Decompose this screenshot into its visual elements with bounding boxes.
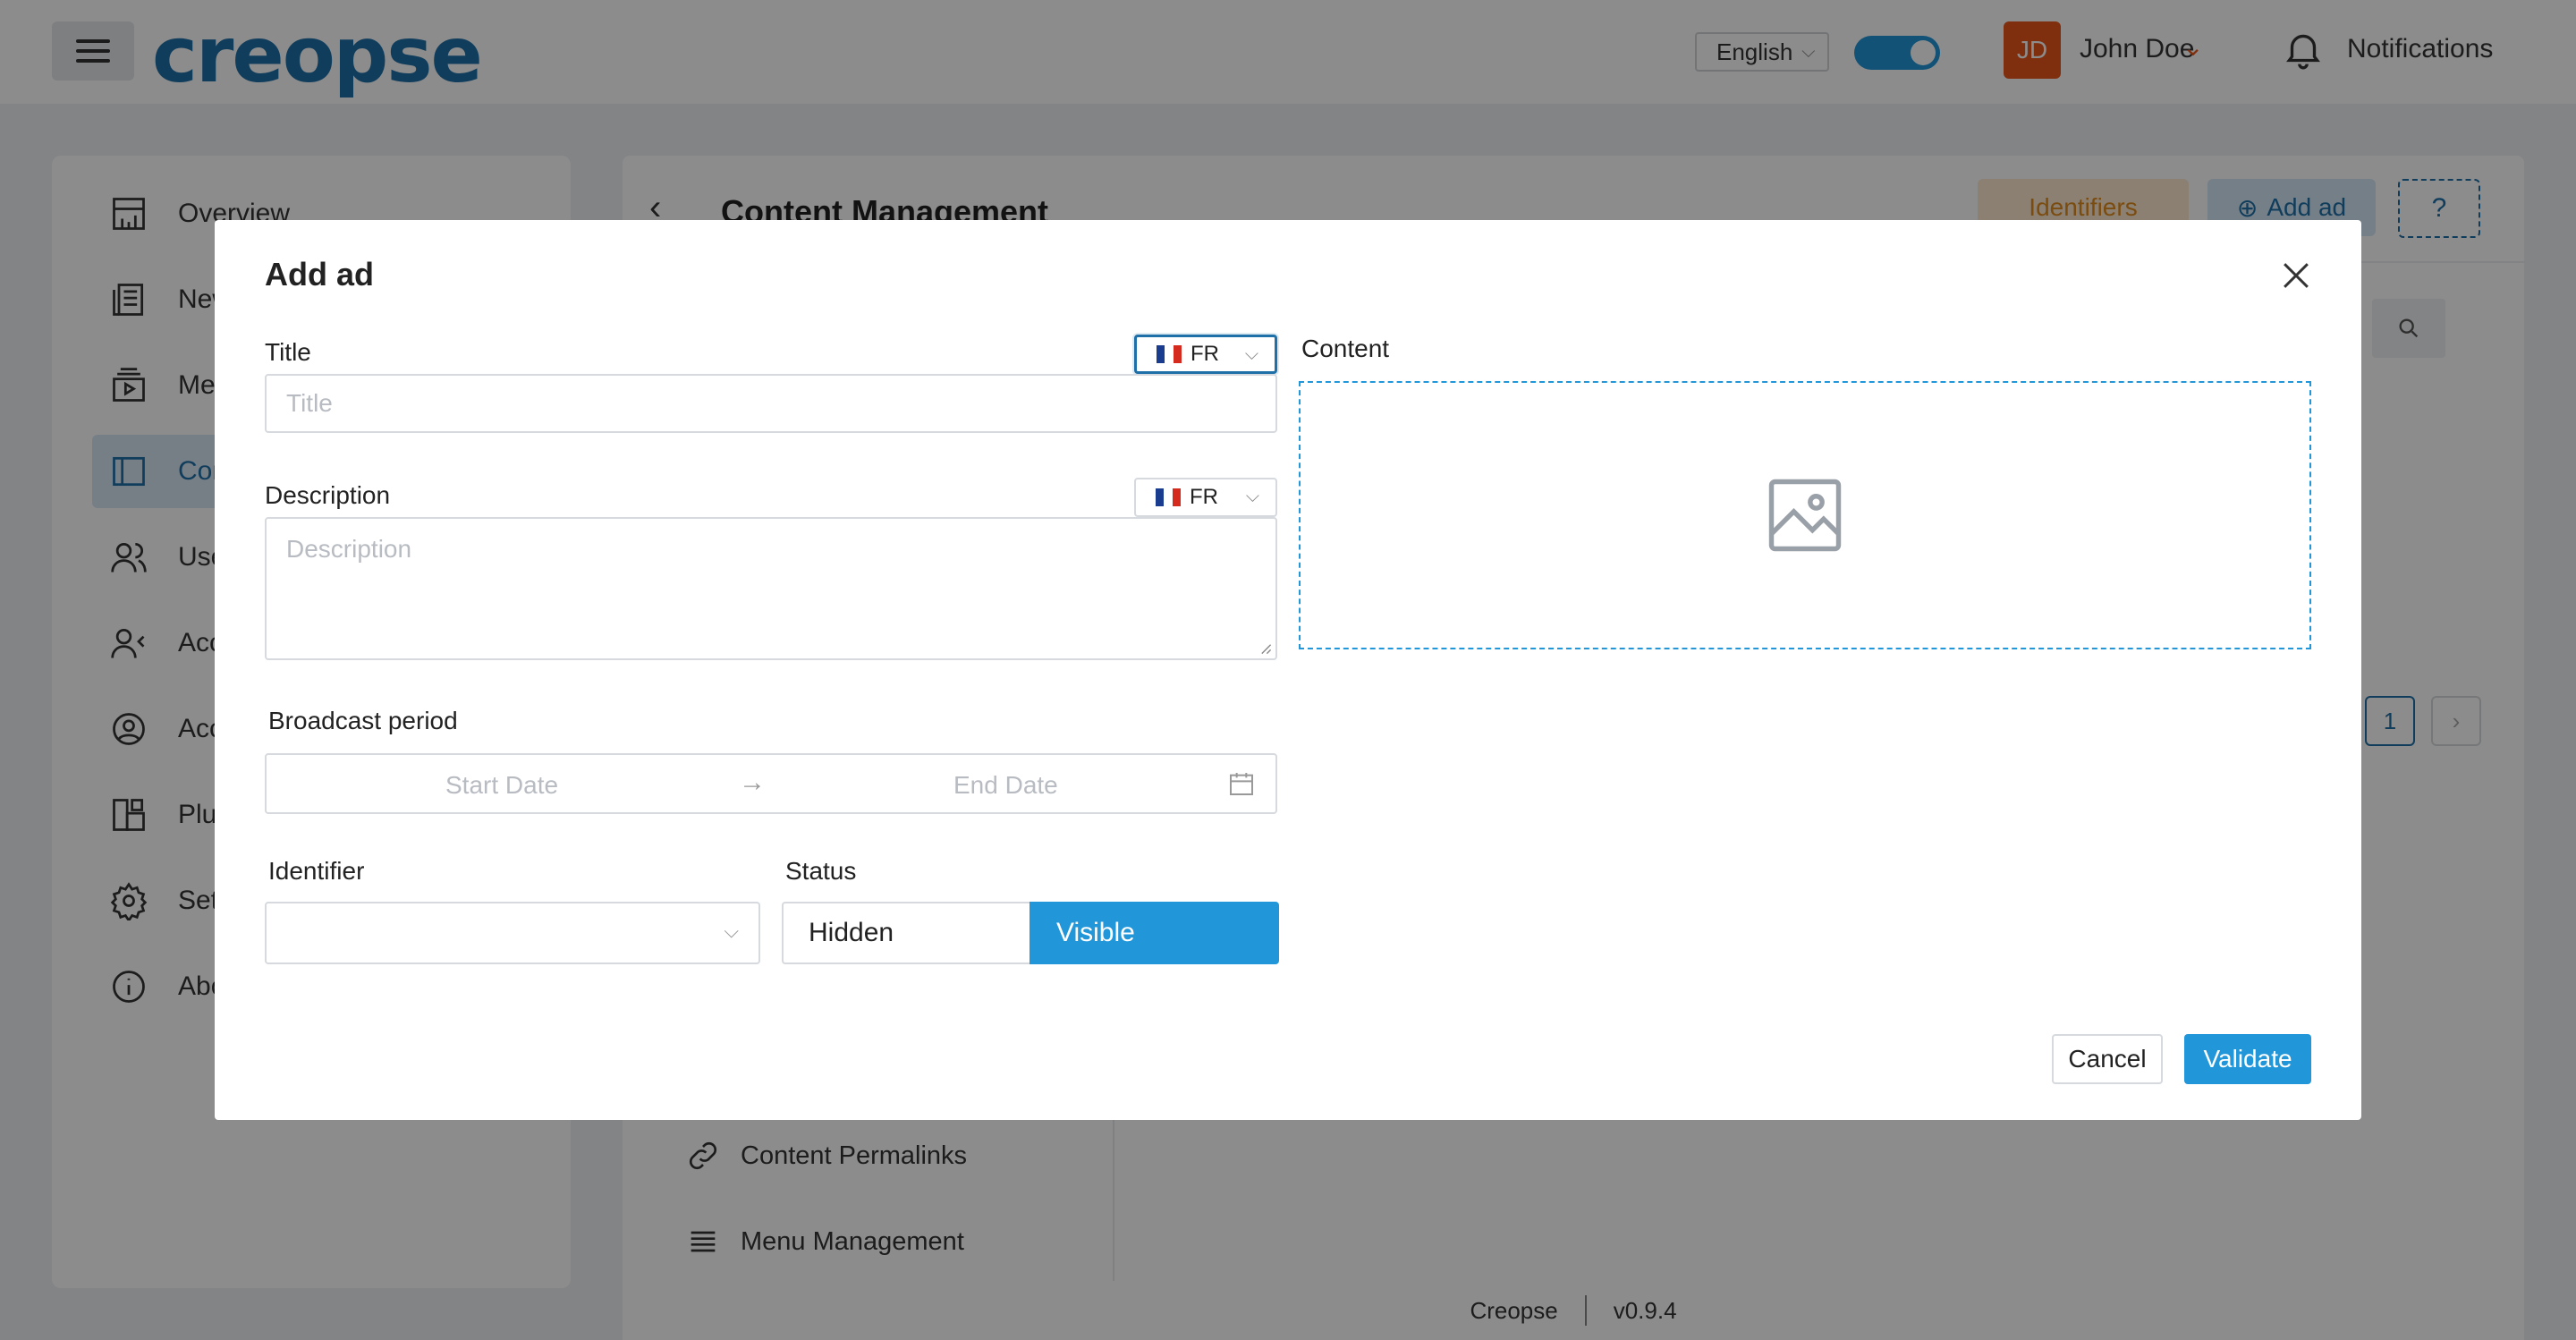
- broadcast-date-range[interactable]: Start Date → End Date: [265, 753, 1277, 814]
- description-textarea[interactable]: Description: [265, 517, 1277, 660]
- status-hidden-option[interactable]: Hidden: [782, 902, 1030, 964]
- end-date-input[interactable]: End Date: [953, 771, 1058, 800]
- description-language-select[interactable]: FR ⌵: [1134, 478, 1277, 517]
- chevron-down-icon: ⌵: [1245, 487, 1259, 506]
- content-image-dropzone[interactable]: [1299, 381, 2311, 649]
- description-language-value: FR: [1190, 485, 1218, 509]
- content-label: Content: [1301, 335, 1390, 362]
- identifier-select[interactable]: ⌵: [265, 902, 760, 964]
- arrow-right-icon: →: [739, 768, 766, 797]
- identifier-label: Identifier: [268, 857, 365, 885]
- title-label: Title: [265, 338, 311, 366]
- title-input[interactable]: Title: [265, 374, 1277, 433]
- france-flag-icon: [1157, 345, 1182, 363]
- add-ad-modal: Add ad Title FR ⌵ Title Description FR ⌵…: [215, 220, 2361, 1120]
- status-segmented-control: Hidden Visible: [782, 902, 1279, 964]
- france-flag-icon: [1156, 488, 1181, 506]
- close-icon[interactable]: [2276, 256, 2316, 295]
- title-language-value: FR: [1191, 342, 1219, 366]
- modal-title: Add ad: [265, 256, 374, 293]
- chevron-down-icon: ⌵: [724, 920, 739, 942]
- description-label: Description: [265, 481, 391, 509]
- status-label: Status: [785, 857, 857, 885]
- broadcast-period-label: Broadcast period: [268, 707, 458, 734]
- resize-handle-icon[interactable]: [1259, 642, 1272, 655]
- description-placeholder: Description: [286, 535, 412, 563]
- cancel-button[interactable]: Cancel: [2052, 1034, 2163, 1084]
- calendar-icon: [1230, 773, 1253, 795]
- status-visible-option[interactable]: Visible: [1030, 902, 1279, 964]
- chevron-down-icon: ⌵: [1244, 344, 1258, 364]
- title-language-select[interactable]: FR ⌵: [1134, 335, 1277, 374]
- validate-button[interactable]: Validate: [2184, 1034, 2311, 1084]
- start-date-input[interactable]: Start Date: [445, 771, 558, 800]
- image-placeholder-icon: [1768, 479, 1842, 552]
